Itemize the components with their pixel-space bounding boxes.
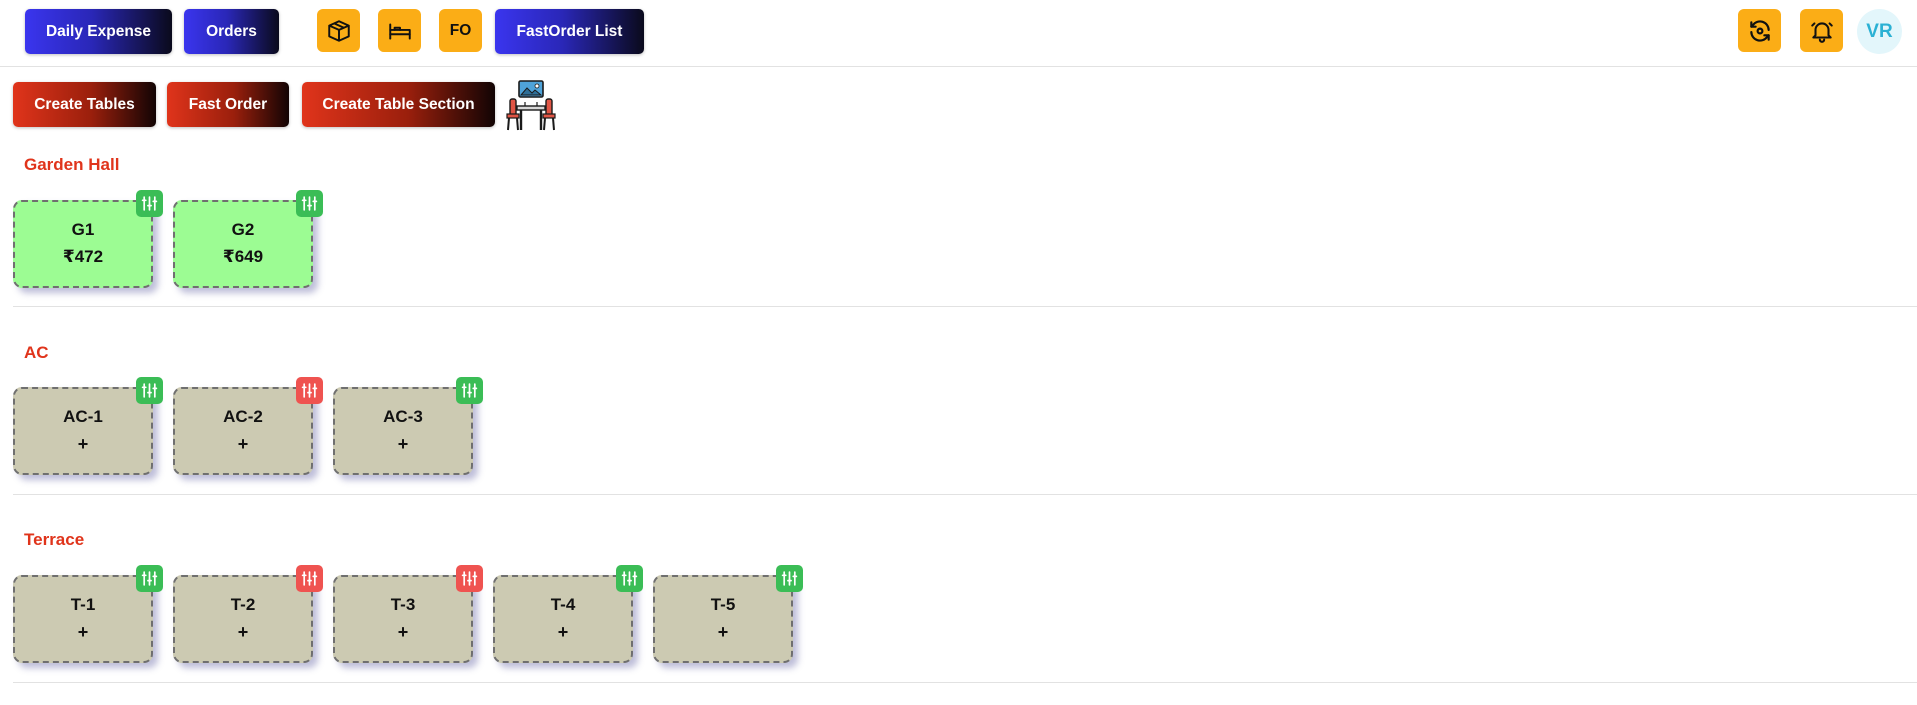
table-add: + <box>397 622 409 642</box>
table-settings-button[interactable] <box>616 565 643 592</box>
sliders-icon <box>141 196 158 211</box>
table-name: T-3 <box>390 595 416 614</box>
table-settings-button[interactable] <box>136 190 163 217</box>
table-add: + <box>237 622 249 642</box>
user-avatar[interactable]: VR <box>1857 9 1902 54</box>
create-tables-label: Create Tables <box>34 95 135 113</box>
sliders-icon <box>621 571 638 586</box>
table-add: + <box>717 622 729 642</box>
box-button[interactable] <box>317 9 360 52</box>
table-card-t-2[interactable]: T-2 + <box>173 565 323 663</box>
table-amount: ₹649 <box>222 247 264 266</box>
table-card-t-1[interactable]: T-1 + <box>13 565 163 663</box>
sliders-icon <box>301 196 318 211</box>
table-settings-button[interactable] <box>296 377 323 404</box>
table-add: + <box>237 434 249 454</box>
table-add: + <box>397 434 409 454</box>
section-divider <box>13 682 1917 683</box>
table-name: T-5 <box>710 595 736 614</box>
bed-button[interactable] <box>378 9 421 52</box>
top-navbar: Daily Expense Orders FO FastOrder List V… <box>0 0 1917 67</box>
create-section-label: Create Table Section <box>322 95 475 113</box>
sliders-icon <box>141 571 158 586</box>
section-title-garden-hall: Garden Hall <box>24 155 120 174</box>
table-card-t-4[interactable]: T-4 + <box>493 565 643 663</box>
table-name: G2 <box>231 220 255 239</box>
fast-order-label: Fast Order <box>188 95 268 113</box>
table-add: + <box>77 622 89 642</box>
table-name: T-4 <box>550 595 576 614</box>
table-settings-button[interactable] <box>456 377 483 404</box>
table-settings-button[interactable] <box>456 565 483 592</box>
table-settings-button[interactable] <box>296 565 323 592</box>
section-title-terrace: Terrace <box>24 530 85 549</box>
table-card-ac-3[interactable]: AC-3 + <box>333 377 483 475</box>
section-divider <box>13 306 1917 307</box>
sliders-icon <box>301 383 318 398</box>
refresh-button[interactable] <box>1738 9 1781 52</box>
bed-icon <box>388 23 411 40</box>
orders-button[interactable]: Orders <box>184 9 279 54</box>
table-name: T-2 <box>230 595 256 614</box>
sliders-icon <box>141 383 158 398</box>
create-table-section-button[interactable]: Create Table Section <box>302 82 495 127</box>
table-settings-button[interactable] <box>776 565 803 592</box>
sliders-icon <box>461 571 478 586</box>
table-name: AC-2 <box>223 407 263 426</box>
notifications-button[interactable] <box>1800 9 1843 52</box>
table-name: T-1 <box>70 595 96 614</box>
fastorder-list-button[interactable]: FastOrder List <box>495 9 644 54</box>
create-tables-button[interactable]: Create Tables <box>13 82 156 127</box>
sliders-icon <box>461 383 478 398</box>
table-name: AC-1 <box>63 407 103 426</box>
fo-button[interactable]: FO <box>439 9 482 52</box>
table-card-ac-1[interactable]: AC-1 + <box>13 377 163 475</box>
daily-expense-label: Daily Expense <box>45 22 152 40</box>
table-add: + <box>557 622 569 642</box>
table-settings-button[interactable] <box>136 565 163 592</box>
fast-order-button[interactable]: Fast Order <box>167 82 289 127</box>
section-title-ac: AC <box>24 343 49 362</box>
table-settings-button[interactable] <box>296 190 323 217</box>
sliders-icon <box>301 571 318 586</box>
box-icon <box>327 19 350 42</box>
avatar-initials: VR <box>1866 20 1893 42</box>
refresh-icon <box>1749 19 1770 42</box>
table-card-g1[interactable]: G1 ₹472 <box>13 190 163 288</box>
table-amount: ₹472 <box>62 247 104 266</box>
table-card-t-5[interactable]: T-5 + <box>653 565 803 663</box>
daily-expense-button[interactable]: Daily Expense <box>25 9 172 54</box>
table-settings-button[interactable] <box>136 377 163 404</box>
table-card-g2[interactable]: G2 ₹649 <box>173 190 323 288</box>
dining-table-icon <box>506 80 556 131</box>
orders-label: Orders <box>206 22 257 40</box>
bell-icon <box>1810 21 1833 43</box>
table-add: + <box>77 434 89 454</box>
table-card-ac-2[interactable]: AC-2 + <box>173 377 323 475</box>
table-name: AC-3 <box>383 407 423 426</box>
section-divider <box>13 494 1917 495</box>
fo-label: FO <box>449 21 472 39</box>
table-card-t-3[interactable]: T-3 + <box>333 565 483 663</box>
fastorder-list-label: FastOrder List <box>516 22 623 40</box>
sliders-icon <box>781 571 798 586</box>
table-name: G1 <box>71 220 95 239</box>
